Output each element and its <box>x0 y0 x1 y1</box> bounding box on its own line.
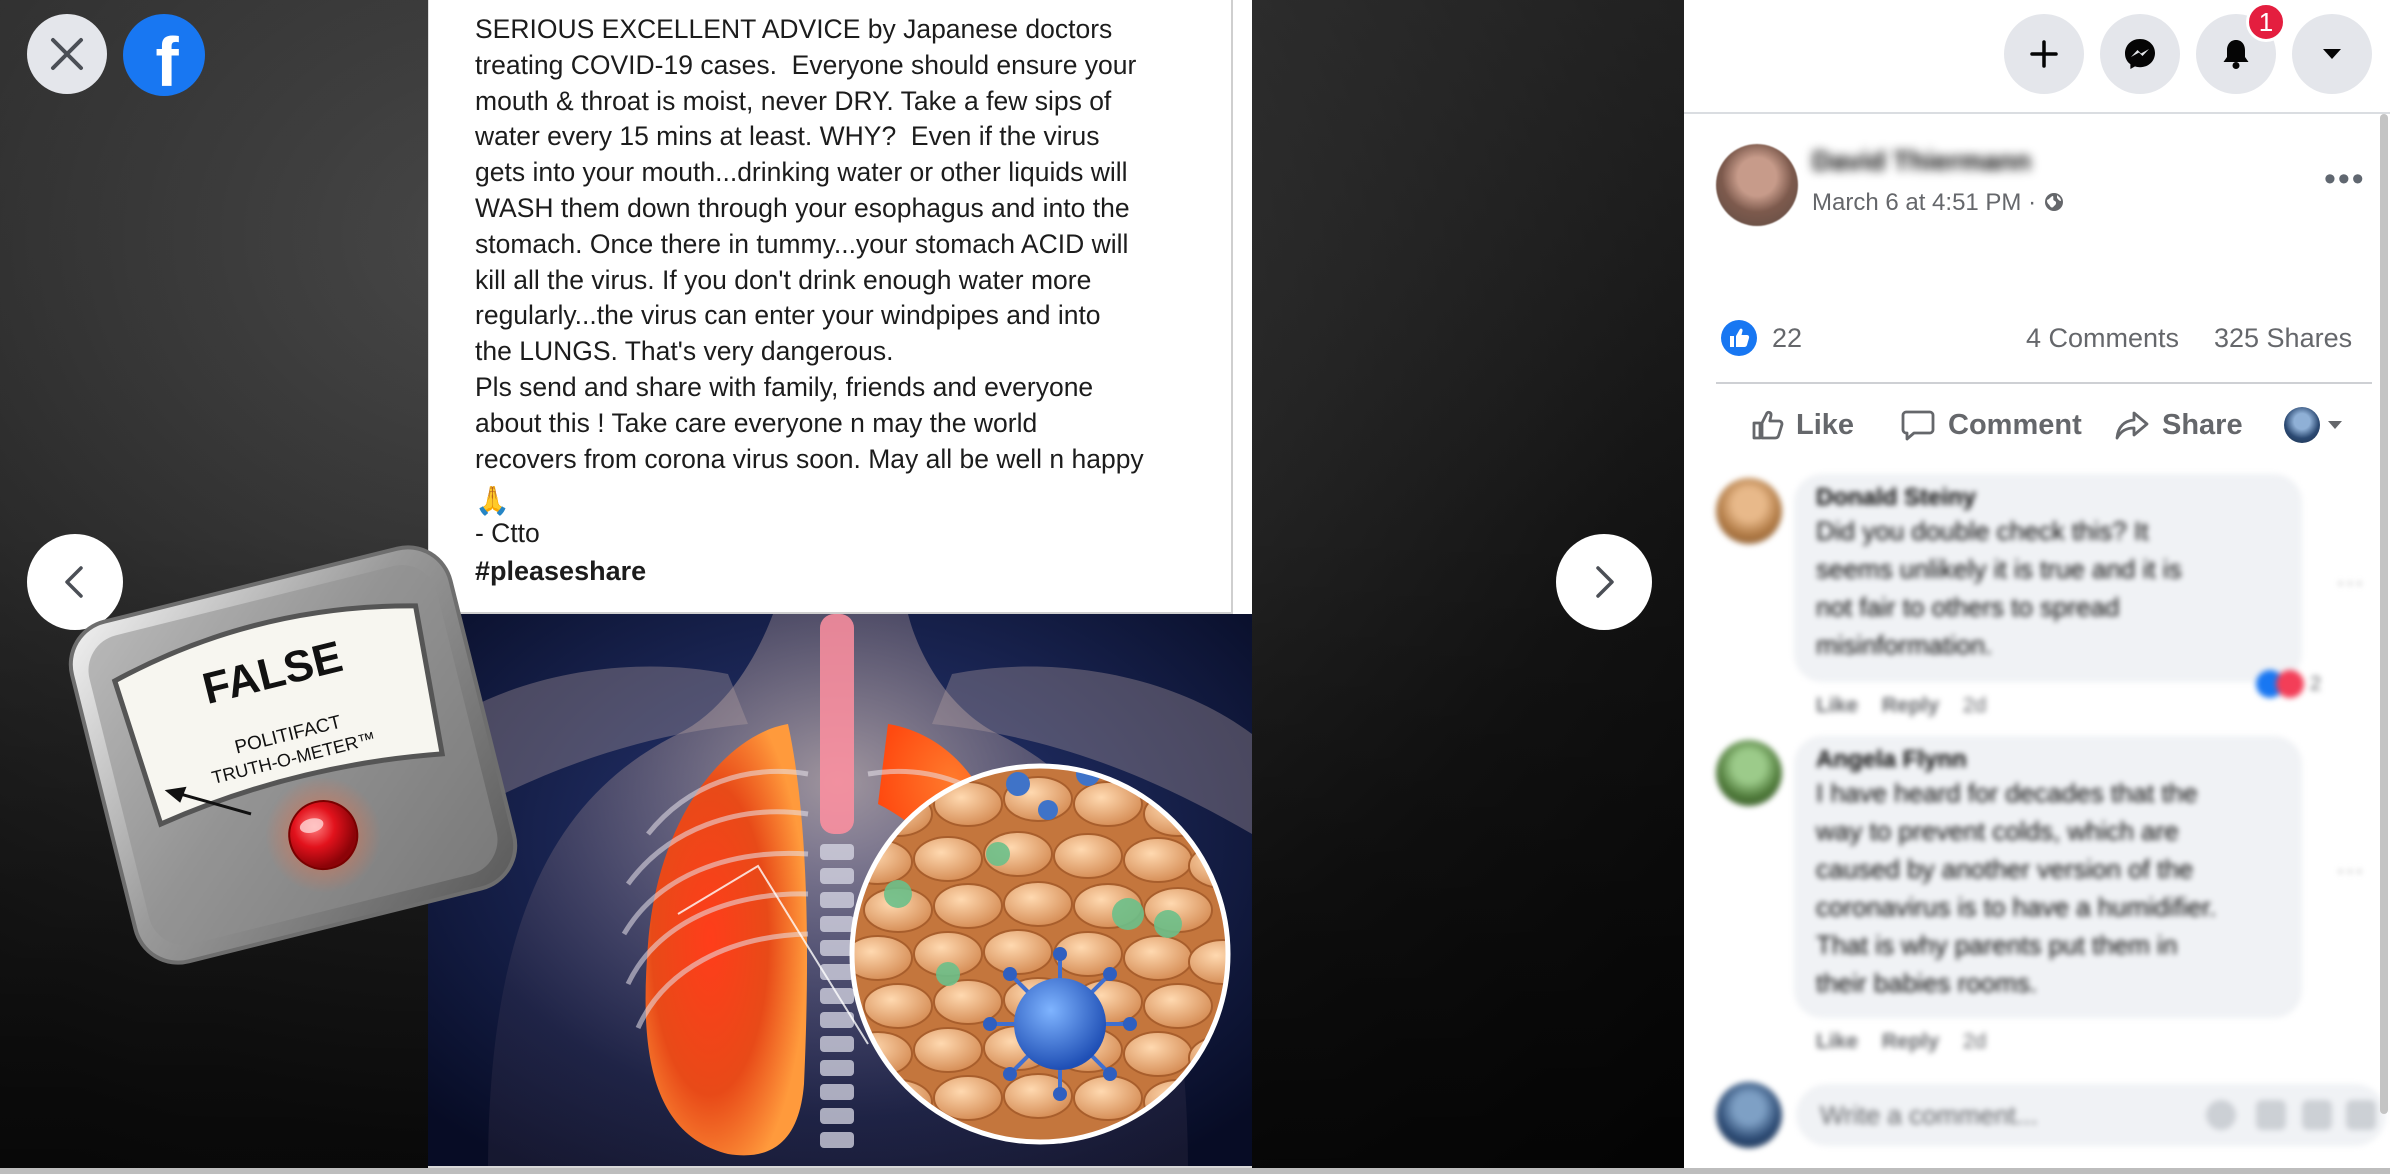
comment-more-icon[interactable]: ··· <box>2336 566 2364 598</box>
divider <box>1716 382 2372 384</box>
comment-icon <box>1901 410 1935 441</box>
post-date-text: March 6 at 4:51 PM · <box>1812 189 2043 216</box>
sticker-icon[interactable] <box>2346 1100 2376 1130</box>
shares-count[interactable]: 325 Shares <box>2214 323 2352 354</box>
like-button[interactable]: Like <box>1750 398 1854 452</box>
comment-text: Did you double check this? It seems unli… <box>1816 516 2182 660</box>
post-actions: Like Comment Share <box>1716 398 2372 452</box>
like-label: Like <box>1796 408 1855 441</box>
reaction-summary[interactable]: 22 <box>1720 318 1802 358</box>
comment-input-placeholder: Write a comment... <box>1820 1100 2038 1130</box>
comment-label: Comment <box>1948 408 2082 441</box>
post-side-panel: 1 David Thiermann March 6 at 4:51 PM · •… <box>1684 0 2390 1174</box>
chevron-right-icon[interactable] <box>1556 534 1652 630</box>
panel-scrollbar[interactable] <box>2380 114 2388 1114</box>
comment-like[interactable]: Like <box>1816 694 1858 717</box>
bottom-edge <box>0 1168 2390 1174</box>
like-reaction-icon <box>1721 320 1757 356</box>
comment-actions: Like Reply 2d <box>1816 1030 1986 1054</box>
commenter-avatar[interactable] <box>1716 740 1782 806</box>
photo-body-text: SERIOUS EXCELLENT ADVICE by Japanese doc… <box>475 14 1144 474</box>
comment-item: Donald Steiny Did you double check this?… <box>1716 474 2390 724</box>
comment-reply[interactable]: Reply <box>1882 694 1939 717</box>
photo-text-card: SERIOUS EXCELLENT ADVICE by Japanese doc… <box>428 0 1252 614</box>
lungs-illustration <box>428 614 1252 1174</box>
like-count: 22 <box>1772 322 1803 353</box>
comment-button[interactable]: Comment <box>1900 398 2082 452</box>
notification-badge: 1 <box>2246 2 2286 42</box>
commenter-avatar[interactable] <box>1716 478 1782 544</box>
author-name[interactable]: David Thiermann <box>1812 146 2031 177</box>
thumbs-up-icon <box>1752 410 1784 440</box>
more-options-icon[interactable]: ••• <box>2324 160 2366 199</box>
post-photo: SERIOUS EXCELLENT ADVICE by Japanese doc… <box>428 0 1252 1174</box>
comment-age: 2d <box>1962 1030 1987 1053</box>
comment-input[interactable]: Write a comment... <box>1796 1084 2386 1146</box>
comment-bubble: Angela Flynn I have heard for decades th… <box>1794 736 2302 1018</box>
share-label: Share <box>2162 408 2243 441</box>
comment-item: Angela Flynn I have heard for decades th… <box>1716 736 2390 1056</box>
facebook-logo-icon[interactable]: f <box>123 14 205 101</box>
commenter-name[interactable]: Angela Flynn <box>1816 746 2280 774</box>
comment-bubble: Donald Steiny Did you double check this?… <box>1794 474 2302 682</box>
gif-icon[interactable] <box>2302 1100 2332 1130</box>
comment-more-icon[interactable]: ··· <box>2336 854 2364 886</box>
camera-icon[interactable] <box>2256 1100 2286 1130</box>
comment-age: 2d <box>1962 694 1987 717</box>
globe-icon <box>2044 193 2063 211</box>
post-timestamp[interactable]: March 6 at 4:51 PM · <box>1812 189 2065 217</box>
comment-actions: Like Reply 2d <box>1816 694 1986 718</box>
post-as-selector[interactable] <box>2284 398 2346 452</box>
viewer-avatar <box>2284 407 2320 443</box>
comments-count[interactable]: 4 Comments <box>2026 323 2179 354</box>
author-avatar[interactable] <box>1716 144 1798 226</box>
comment-reply[interactable]: Reply <box>1882 1030 1939 1053</box>
caret-down-icon <box>2328 421 2342 429</box>
emoji-icon[interactable] <box>2206 1100 2236 1130</box>
comment-text: I have heard for decades that the way to… <box>1816 778 2217 998</box>
comment-composer: Write a comment... <box>1716 1082 2386 1152</box>
comment-like[interactable]: Like <box>1816 1030 1858 1053</box>
comment-reactions[interactable]: 2 <box>2256 670 2321 698</box>
truth-o-meter-rating: FALSE POLITIFACT TRUTH-O-METER™ <box>68 545 518 965</box>
photo-viewer: SERIOUS EXCELLENT ADVICE by Japanese doc… <box>0 0 1684 1174</box>
viewer-avatar <box>1716 1082 1782 1148</box>
share-icon <box>2115 411 2149 440</box>
caret-down-icon[interactable] <box>2292 14 2372 94</box>
top-bar: 1 <box>1684 0 2390 114</box>
lungs-virus-image <box>428 614 1252 1174</box>
messenger-icon[interactable] <box>2100 14 2180 94</box>
plus-icon[interactable] <box>2004 14 2084 94</box>
close-icon[interactable] <box>27 14 107 94</box>
share-button[interactable]: Share <box>2114 398 2243 452</box>
commenter-name[interactable]: Donald Steiny <box>1816 484 2280 512</box>
pray-emoji: 🙏 <box>475 485 510 516</box>
